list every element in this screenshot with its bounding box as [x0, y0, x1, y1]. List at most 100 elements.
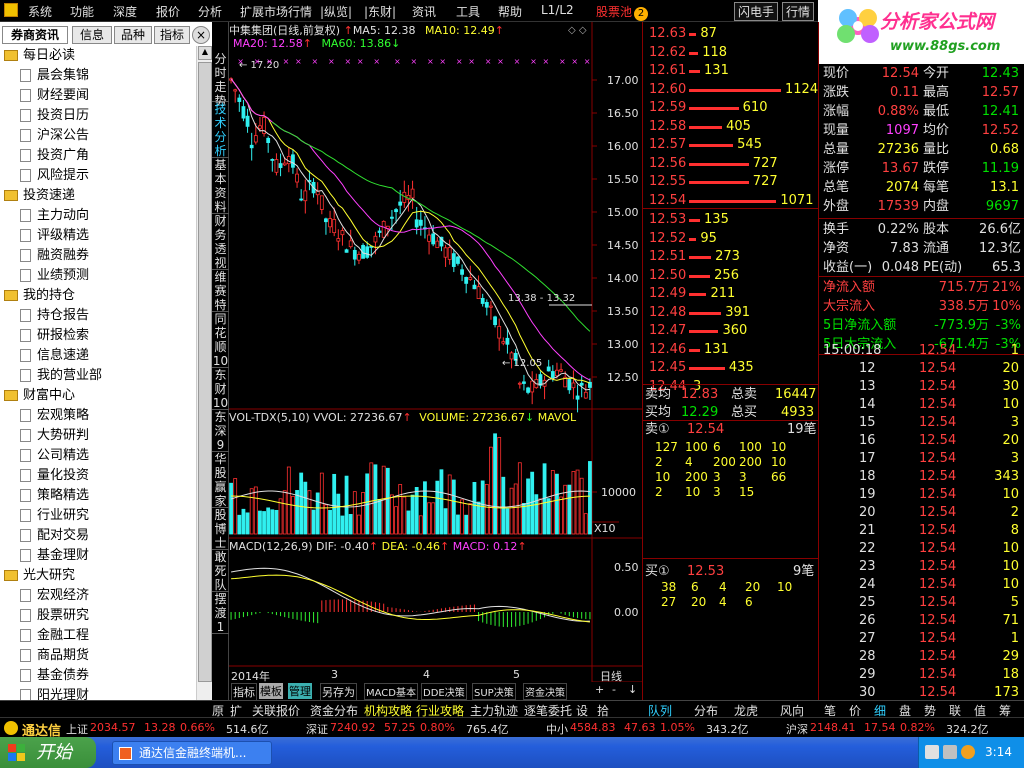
ask-price[interactable]: 12.54: [649, 191, 686, 210]
tree-item[interactable]: 评级精选: [20, 226, 89, 246]
bid-price[interactable]: 12.45: [649, 358, 686, 377]
bid-price[interactable]: 12.46: [649, 340, 686, 359]
vertical-tab[interactable]: 基本资料: [212, 158, 229, 214]
tree-item[interactable]: 策略精选: [20, 486, 89, 506]
tree-item[interactable]: 配对交易: [20, 526, 89, 546]
bid-price[interactable]: 12.52: [649, 229, 686, 248]
menu-extended-market[interactable]: 扩展市场行情: [240, 3, 312, 20]
vertical-tab[interactable]: 分时走势: [212, 52, 229, 108]
flash-trade-button[interactable]: 闪电手: [734, 2, 779, 21]
tab-broker-news[interactable]: 券商资讯: [2, 26, 68, 44]
chart-nav-icons[interactable]: ◇ ◇: [568, 25, 587, 36]
index-name[interactable]: 中小: [546, 721, 568, 737]
ask-price[interactable]: 12.61: [649, 61, 686, 80]
tree-item[interactable]: 晨会集锦: [20, 66, 89, 86]
tree-item[interactable]: 主力动向: [20, 206, 89, 226]
taskbar-window-button[interactable]: 通达信金融终端机...: [112, 741, 272, 765]
menu-system[interactable]: 系统: [28, 3, 52, 20]
tree-item[interactable]: 风险提示: [20, 166, 89, 186]
menu-news[interactable]: 资讯: [412, 3, 436, 20]
vertical-tab[interactable]: 东财10: [212, 368, 229, 410]
tree-item[interactable]: 宏观经济: [20, 586, 89, 606]
tree-item[interactable]: 行业研究: [20, 506, 89, 526]
ask-price[interactable]: 12.57: [649, 135, 686, 154]
tree-item[interactable]: 沪深公告: [20, 126, 89, 146]
ask-price[interactable]: 12.63: [649, 24, 686, 43]
tray-app-icon[interactable]: [961, 745, 975, 759]
tree-item[interactable]: 基金债券: [20, 666, 89, 686]
tab-info[interactable]: 信息: [72, 26, 112, 44]
menu-depth[interactable]: 深度: [113, 3, 137, 20]
menu-tools[interactable]: 工具: [456, 3, 480, 20]
vertical-tab[interactable]: 同花顺10: [212, 312, 229, 368]
tree-item[interactable]: 投资日历: [20, 106, 89, 126]
tree-item[interactable]: 大势研判: [20, 426, 89, 446]
bid-price[interactable]: 12.51: [649, 247, 686, 266]
bid-price[interactable]: 12.47: [649, 321, 686, 340]
vertical-tab[interactable]: 财务透视: [212, 214, 229, 270]
tab-template[interactable]: 模板: [259, 683, 283, 699]
zoom-in-button[interactable]: +: [595, 683, 604, 696]
tree-item[interactable]: 宏观策略: [20, 406, 89, 426]
tab-indicator-btn[interactable]: 指标: [231, 683, 257, 701]
scroll-thumb[interactable]: [198, 62, 212, 682]
quote-button[interactable]: 行情: [782, 2, 815, 21]
tree-folder[interactable]: 投资速递: [4, 186, 75, 206]
bid-price[interactable]: 12.50: [649, 266, 686, 285]
tree-folder[interactable]: 财富中心: [4, 386, 75, 406]
tree-item[interactable]: 股票研究: [20, 606, 89, 626]
tree-item[interactable]: 量化投资: [20, 466, 89, 486]
vertical-tab[interactable]: 敢死队: [212, 550, 229, 592]
menu-help[interactable]: 帮助: [498, 3, 522, 20]
stock-pool-menu[interactable]: 股票池 2: [596, 3, 649, 21]
ask-price[interactable]: 12.58: [649, 117, 686, 136]
tree-item[interactable]: 我的营业部: [20, 366, 102, 386]
tree-item[interactable]: 持仓报告: [20, 306, 89, 326]
menu-l1l2[interactable]: L1/L2: [541, 3, 574, 17]
index-name[interactable]: 上证: [66, 721, 88, 737]
speaker-icon[interactable]: [943, 745, 957, 759]
bid-price[interactable]: 12.53: [649, 210, 686, 229]
tree-item[interactable]: 商品期货: [20, 646, 89, 666]
ask-price[interactable]: 12.55: [649, 172, 686, 191]
tab-dde[interactable]: DDE决策: [421, 683, 467, 700]
scroll-up-icon[interactable]: ▲: [198, 46, 212, 60]
clock[interactable]: 3:14: [985, 745, 1012, 759]
close-icon[interactable]: ×: [192, 26, 210, 44]
tab-sup[interactable]: SUP决策: [472, 683, 516, 700]
bid-price[interactable]: 12.48: [649, 303, 686, 322]
tree-folder[interactable]: 每日必读: [4, 46, 75, 66]
start-button[interactable]: 开始: [0, 737, 96, 768]
sidebar-scrollbar[interactable]: ▲ ▼: [196, 46, 212, 717]
bid-price[interactable]: 12.49: [649, 284, 686, 303]
tab-manage[interactable]: 管理: [288, 683, 312, 699]
tree-item[interactable]: 投资广角: [20, 146, 89, 166]
menu-analysis[interactable]: 分析: [198, 3, 222, 20]
tree-item[interactable]: 融资融券: [20, 246, 89, 266]
network-icon[interactable]: [925, 745, 939, 759]
tab-save-as[interactable]: 另存为: [320, 683, 357, 701]
index-name[interactable]: 深证: [306, 721, 328, 737]
vertical-tab[interactable]: 东深9: [212, 410, 229, 452]
menu-dongcai[interactable]: |东财|: [364, 3, 396, 20]
kline-chart[interactable]: 17.00 16.50 16.00 15.50 15.00 14.50 14.00 13.50…: [229, 22, 642, 702]
ask-price[interactable]: 12.59: [649, 98, 686, 117]
vertical-tab[interactable]: 股博士: [212, 508, 229, 550]
tab-variety[interactable]: 品种: [114, 26, 152, 44]
vertical-tab[interactable]: 华股赢家: [212, 452, 229, 508]
zoom-out-button[interactable]: -: [612, 683, 616, 696]
tree-item[interactable]: 信息速递: [20, 346, 89, 366]
ask-price[interactable]: 12.62: [649, 43, 686, 62]
tree-folder[interactable]: 光大研究: [4, 566, 75, 586]
tree-item[interactable]: 财经要闻: [20, 86, 89, 106]
menu-function[interactable]: 功能: [70, 3, 94, 20]
vertical-tab[interactable]: 维赛特: [212, 270, 229, 312]
tab-fund-decision[interactable]: 资金决策: [523, 683, 567, 700]
vertical-tab[interactable]: 摆渡1: [212, 592, 229, 634]
app-icon[interactable]: [4, 3, 18, 20]
tree-item[interactable]: 公司精选: [20, 446, 89, 466]
menu-overview[interactable]: |纵览|: [320, 3, 352, 20]
down-arrow-icon[interactable]: ↓: [628, 683, 637, 696]
tree-item[interactable]: 研报检索: [20, 326, 89, 346]
tab-indicator[interactable]: 指标: [154, 26, 190, 44]
